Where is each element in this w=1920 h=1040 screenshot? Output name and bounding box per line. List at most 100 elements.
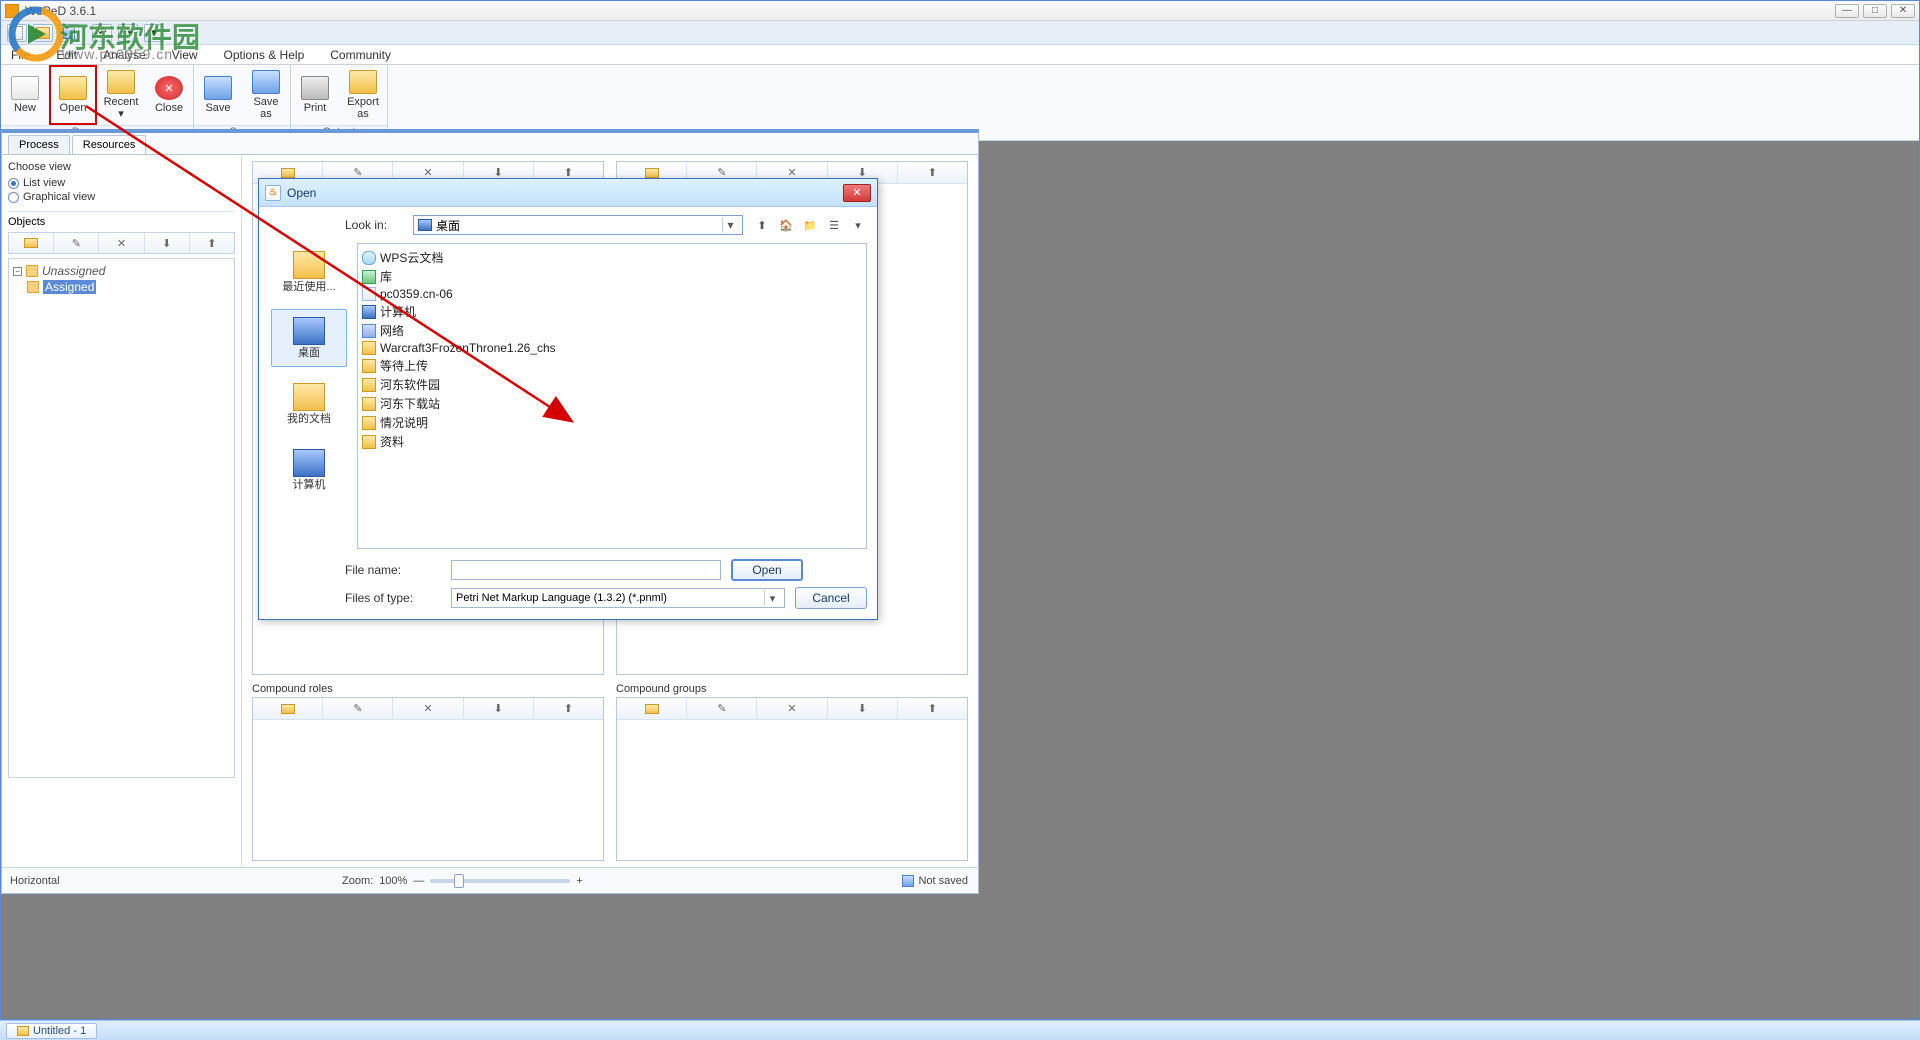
file-item[interactable]: 计算机 <box>362 302 862 321</box>
move-down-icon[interactable]: ⬇ <box>145 233 190 253</box>
file-name: WPS云文档 <box>380 249 443 266</box>
dialog-cancel-button[interactable]: Cancel <box>795 587 867 609</box>
place-recent[interactable]: 最近使用... <box>271 243 347 301</box>
dialog-close-button[interactable]: ✕ <box>843 184 871 202</box>
ribbon-saveas-button[interactable]: Save as <box>242 65 290 125</box>
open-dialog: ♨ Open ✕ Look in: 桌面 ▾ ⬆ 🏠 📁 ☰ ▾ 最近使用...… <box>258 178 878 620</box>
file-item[interactable]: 等待上传 <box>362 356 862 375</box>
new-folder-icon[interactable]: 📁 <box>801 216 819 234</box>
zoom-in-icon[interactable]: + <box>576 875 582 887</box>
document-icon <box>17 1026 29 1036</box>
move-up-icon[interactable]: ⬆ <box>898 698 967 719</box>
compound-groups-panel: Compound groups ✎ ✕ ⬇ ⬆ <box>616 683 968 861</box>
menu-community[interactable]: Community <box>326 46 395 64</box>
ribbon-open-button[interactable]: Open <box>49 65 97 125</box>
folder-icon <box>362 341 376 355</box>
qat-open-icon[interactable] <box>33 24 53 42</box>
ribbon-print-button[interactable]: Print <box>291 65 339 125</box>
new-folder-icon[interactable] <box>253 698 323 719</box>
move-down-icon[interactable]: ⬇ <box>464 698 534 719</box>
titlebar: WoPeD 3.6.1 — □ ✕ <box>1 1 1919 21</box>
filename-input[interactable] <box>451 560 721 580</box>
file-name: 河东下载站 <box>380 395 440 412</box>
delete-icon[interactable]: ✕ <box>99 233 144 253</box>
folder-icon <box>362 359 376 373</box>
minimize-button[interactable]: — <box>1835 4 1859 18</box>
file-name: pc0359.cn-06 <box>380 287 453 301</box>
ribbon-export-button[interactable]: Export as <box>339 65 387 125</box>
choose-view-label: Choose view <box>8 161 235 173</box>
list-view-icon[interactable]: ☰ <box>825 216 843 234</box>
move-up-icon[interactable]: ⬆ <box>534 698 603 719</box>
maximize-button[interactable]: □ <box>1863 4 1887 18</box>
qat-undo-icon[interactable]: ↶ <box>92 24 112 42</box>
qat-new-icon[interactable] <box>7 24 27 42</box>
menu-analyse[interactable]: Analyse <box>99 46 150 64</box>
radio-list-view[interactable]: List view <box>8 177 235 189</box>
close-window-button[interactable]: ✕ <box>1891 4 1915 18</box>
file-item[interactable]: WPS云文档 <box>362 248 862 267</box>
qat-redo-icon[interactable]: ↷ <box>118 24 138 42</box>
details-view-icon[interactable]: ▾ <box>849 216 867 234</box>
file-item[interactable]: 网络 <box>362 321 862 340</box>
place-computer[interactable]: 计算机 <box>271 441 347 499</box>
tab-resources[interactable]: Resources <box>72 135 147 154</box>
edit-icon[interactable]: ✎ <box>687 698 757 719</box>
radio-graphical-view[interactable]: Graphical view <box>8 191 235 203</box>
delete-icon[interactable]: ✕ <box>757 698 827 719</box>
file-item[interactable]: 河东软件园 <box>362 375 862 394</box>
up-one-level-icon[interactable]: ⬆ <box>753 216 771 234</box>
file-list[interactable]: WPS云文档库pc0359.cn-06 计算机网络Warcraft3FrozenT… <box>357 243 867 549</box>
new-folder-icon[interactable] <box>9 233 54 253</box>
file-name: 计算机 <box>380 303 416 320</box>
taskbar-document-button[interactable]: Untitled - 1 <box>6 1023 97 1039</box>
move-up-icon[interactable]: ⬆ <box>898 162 967 183</box>
home-icon[interactable]: 🏠 <box>777 216 795 234</box>
chevron-down-icon[interactable]: ▾ <box>722 217 738 233</box>
left-panel: Choose view List view Graphical view Obj… <box>2 155 242 867</box>
file-item[interactable]: 河东下载站 <box>362 394 862 413</box>
file-item[interactable]: 情况说明 <box>362 413 862 432</box>
menu-file[interactable]: File <box>7 46 34 64</box>
filename-label: File name: <box>345 563 441 577</box>
menu-options[interactable]: Options & Help <box>220 46 309 64</box>
edit-icon[interactable]: ✎ <box>54 233 99 253</box>
taskbar: Untitled - 1 <box>0 1020 1920 1040</box>
cloud-icon <box>362 251 376 265</box>
file-name: 情况说明 <box>380 414 428 431</box>
place-desktop[interactable]: 桌面 <box>271 309 347 367</box>
zoom-value: 100% <box>379 875 407 887</box>
ribbon-recent-button[interactable]: Recent ▾ <box>97 65 145 125</box>
folder-icon <box>362 397 376 411</box>
file-item[interactable]: 资料 <box>362 432 862 451</box>
qat-save-icon[interactable] <box>59 24 79 42</box>
ribbon-new-button[interactable]: New <box>1 65 49 125</box>
move-up-icon[interactable]: ⬆ <box>190 233 234 253</box>
move-down-icon[interactable]: ⬇ <box>828 698 898 719</box>
file-item[interactable]: Warcraft3FrozenThrone1.26_chs <box>362 340 862 356</box>
dialog-open-button[interactable]: Open <box>731 559 803 581</box>
ribbon-save-button[interactable]: Save <box>194 65 242 125</box>
tree-node-assigned[interactable]: Assigned <box>13 279 230 295</box>
chevron-down-icon[interactable]: ▾ <box>764 590 780 606</box>
ribbon-close-button[interactable]: ✕Close <box>145 65 193 125</box>
lookin-combo[interactable]: 桌面 ▾ <box>413 215 743 235</box>
tree-node-unassigned[interactable]: −Unassigned <box>13 263 230 279</box>
file-item[interactable]: 库 <box>362 267 862 286</box>
filesoftype-combo[interactable]: Petri Net Markup Language (1.3.2) (*.pnm… <box>451 588 785 608</box>
qat-dropdown-icon[interactable]: ▾ <box>144 24 164 42</box>
file-item[interactable]: pc0359.cn-06 <box>362 286 862 302</box>
objects-toolbar: ✎ ✕ ⬇ ⬆ <box>8 232 235 254</box>
edit-icon[interactable]: ✎ <box>323 698 393 719</box>
tab-process[interactable]: Process <box>8 135 70 154</box>
monitor-icon <box>362 305 376 319</box>
zoom-slider[interactable] <box>430 879 570 883</box>
objects-tree[interactable]: −Unassigned Assigned <box>8 258 235 778</box>
new-folder-icon[interactable] <box>617 698 687 719</box>
menu-view[interactable]: View <box>168 46 202 64</box>
dialog-titlebar[interactable]: ♨ Open ✕ <box>259 179 877 207</box>
place-mydocs[interactable]: 我的文档 <box>271 375 347 433</box>
zoom-out-icon[interactable]: — <box>413 875 424 887</box>
delete-icon[interactable]: ✕ <box>393 698 463 719</box>
menu-edit[interactable]: Edit <box>52 46 81 64</box>
